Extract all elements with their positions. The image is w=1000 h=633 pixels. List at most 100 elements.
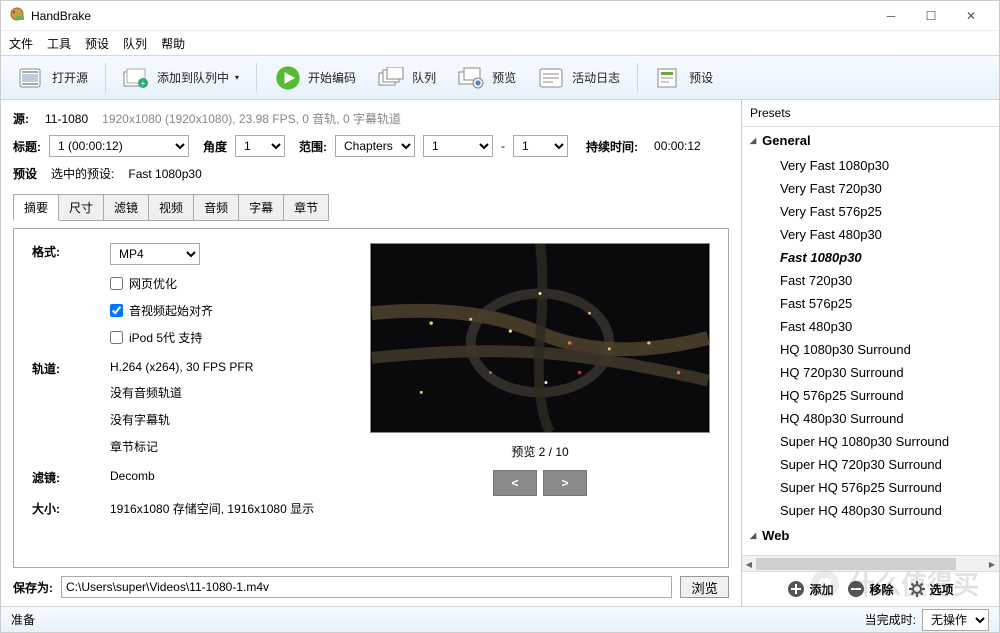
- preset-item[interactable]: Super HQ 480p30 Surround: [742, 499, 999, 522]
- menu-queue[interactable]: 队列: [123, 35, 147, 52]
- tab-dimensions[interactable]: 尺寸: [58, 194, 104, 221]
- start-encode-label: 开始编码: [308, 69, 356, 86]
- range-label: 范围:: [299, 138, 327, 155]
- size-value: 1916x1080 存储空间, 1916x1080 显示: [110, 500, 314, 517]
- preset-group[interactable]: General: [742, 127, 999, 154]
- preset-item[interactable]: Super HQ 720p30 Surround: [742, 453, 999, 476]
- window-close[interactable]: ✕: [951, 1, 991, 31]
- presets-button[interactable]: 预设: [646, 62, 722, 94]
- tab-summary[interactable]: 摘要: [13, 194, 59, 221]
- track-audio: 没有音频轨道: [110, 384, 253, 401]
- film-icon: [18, 67, 46, 89]
- preview-prev-button[interactable]: <: [493, 470, 537, 496]
- menu-tools[interactable]: 工具: [47, 35, 71, 52]
- preset-label: 预设: [13, 165, 37, 182]
- range-type-select[interactable]: Chapters: [335, 135, 415, 157]
- app-icon: [9, 6, 25, 25]
- toolbar: 打开源 + 添加到队列中 ▾ 开始编码 队列 预览 活动日志 预设: [1, 55, 999, 100]
- source-label: 源:: [13, 110, 29, 127]
- preset-item[interactable]: HQ 480p30 Surround: [742, 407, 999, 430]
- angle-label: 角度: [203, 138, 227, 155]
- web-optimized-checkbox[interactable]: 网页优化: [110, 275, 213, 292]
- tab-subtitles[interactable]: 字幕: [238, 194, 284, 221]
- menu-presets[interactable]: 预设: [85, 35, 109, 52]
- menu-file[interactable]: 文件: [9, 35, 33, 52]
- preset-item[interactable]: Very Fast 720p30: [742, 177, 999, 200]
- preview-icon: [458, 67, 486, 89]
- filter-value: Decomb: [110, 469, 155, 486]
- when-done-label: 当完成时:: [865, 611, 916, 628]
- titlebar: HandBrake ─ ☐ ✕: [1, 1, 999, 31]
- title-label: 标题:: [13, 138, 41, 155]
- open-source-button[interactable]: 打开源: [9, 62, 97, 94]
- tab-audio[interactable]: 音频: [193, 194, 239, 221]
- preset-item[interactable]: Super HQ 1080p30 Surround: [742, 430, 999, 453]
- preview-label: 预览: [492, 69, 516, 86]
- preset-item[interactable]: Fast 1080p30: [742, 246, 999, 269]
- preset-item[interactable]: Very Fast 576p25: [742, 200, 999, 223]
- remove-preset-button[interactable]: 移除: [847, 580, 893, 598]
- range-dash: -: [501, 139, 505, 153]
- menu-help[interactable]: 帮助: [161, 35, 185, 52]
- preview-next-button[interactable]: >: [543, 470, 587, 496]
- play-icon: [274, 67, 302, 89]
- range-to-select[interactable]: 1: [513, 135, 568, 157]
- menubar: 文件 工具 预设 队列 帮助: [1, 31, 999, 55]
- tracks-label: 轨道:: [32, 360, 92, 455]
- tab-video[interactable]: 视频: [148, 194, 194, 221]
- activity-log-label: 活动日志: [572, 69, 620, 86]
- source-name: 11-1080: [45, 112, 88, 126]
- preset-item[interactable]: Very Fast 1080p30: [742, 154, 999, 177]
- window-minimize[interactable]: ─: [871, 1, 911, 31]
- ipod-checkbox[interactable]: iPod 5代 支持: [110, 329, 213, 346]
- preview-counter: 预览 2 / 10: [511, 443, 568, 460]
- preset-item[interactable]: Super HQ 576p25 Surround: [742, 476, 999, 499]
- svg-text:+: +: [141, 79, 146, 88]
- summary-pane: 格式: MP4 网页优化 音视频起始对齐 iPod 5代 支持 轨道: H.26…: [13, 228, 729, 568]
- plus-icon: [787, 580, 805, 598]
- add-preset-button[interactable]: 添加: [787, 580, 833, 598]
- start-encode-button[interactable]: 开始编码: [265, 62, 365, 94]
- range-from-select[interactable]: 1: [423, 135, 493, 157]
- activity-log-button[interactable]: 活动日志: [529, 62, 629, 94]
- angle-select[interactable]: 1: [235, 135, 285, 157]
- preset-selected-text: 选中的预设:: [51, 165, 114, 182]
- preset-item[interactable]: Very Fast 480p30: [742, 223, 999, 246]
- save-path-input[interactable]: [61, 576, 672, 598]
- browse-button[interactable]: 浏览: [680, 576, 729, 598]
- preset-group[interactable]: Web: [742, 522, 999, 549]
- format-select[interactable]: MP4: [110, 243, 200, 265]
- duration-value: 00:00:12: [654, 139, 701, 153]
- separator: [637, 63, 638, 93]
- horizontal-scrollbar[interactable]: ◀▶: [742, 555, 999, 571]
- when-done-select[interactable]: 无操作: [922, 609, 989, 631]
- preset-item[interactable]: HQ 720p30 Surround: [742, 361, 999, 384]
- tabs: 摘要 尺寸 滤镜 视频 音频 字幕 章节: [13, 194, 729, 221]
- preset-item[interactable]: Fast 576p25: [742, 292, 999, 315]
- separator: [256, 63, 257, 93]
- presets-list[interactable]: GeneralVery Fast 1080p30Very Fast 720p30…: [742, 127, 999, 555]
- presets-header: Presets: [742, 100, 999, 127]
- size-label: 大小:: [32, 500, 92, 517]
- av-align-checkbox[interactable]: 音视频起始对齐: [110, 302, 213, 319]
- preset-item[interactable]: HQ 576p25 Surround: [742, 384, 999, 407]
- window-maximize[interactable]: ☐: [911, 1, 951, 31]
- statusbar: 准备 当完成时: 无操作: [1, 606, 999, 632]
- preset-item[interactable]: Fast 720p30: [742, 269, 999, 292]
- chevron-down-icon: ▾: [235, 73, 239, 82]
- tab-chapters[interactable]: 章节: [283, 194, 329, 221]
- tab-filters[interactable]: 滤镜: [103, 194, 149, 221]
- queue-button[interactable]: 队列: [369, 62, 445, 94]
- add-queue-button[interactable]: + 添加到队列中 ▾: [114, 62, 248, 94]
- preset-item[interactable]: HQ 1080p30 Surround: [742, 338, 999, 361]
- preset-options-button[interactable]: 选项: [908, 580, 954, 598]
- queue-icon: [378, 67, 406, 89]
- preset-item[interactable]: Fast 480p30: [742, 315, 999, 338]
- title-select[interactable]: 1 (00:00:12): [49, 135, 189, 157]
- preview-image: [370, 243, 710, 433]
- track-sub: 没有字幕轨: [110, 411, 253, 428]
- preview-button[interactable]: 预览: [449, 62, 525, 94]
- format-label: 格式:: [32, 243, 92, 346]
- app-title: HandBrake: [31, 9, 91, 23]
- gear-icon: [908, 580, 926, 598]
